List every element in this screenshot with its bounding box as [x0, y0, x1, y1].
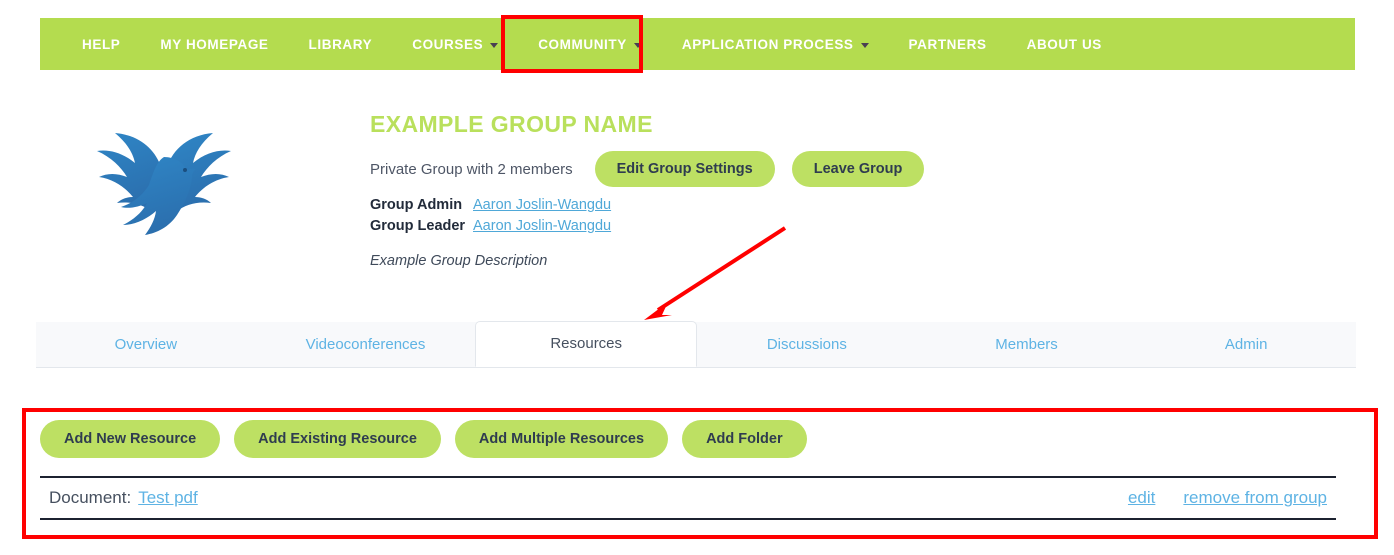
- group-logo: [80, 118, 248, 248]
- nav-item-label: HELP: [82, 36, 121, 52]
- group-membership-text: Private Group with 2 members: [370, 160, 573, 178]
- tab-videoconferences[interactable]: Videoconferences: [256, 322, 476, 367]
- group-description: Example Group Description: [370, 253, 548, 270]
- add-multiple-resources-button[interactable]: Add Multiple Resources: [454, 420, 669, 458]
- nav-item-label: ABOUT US: [1026, 36, 1102, 52]
- nav-item-my-homepage[interactable]: MY HOMEPAGE: [140, 18, 288, 70]
- group-admin-row: Group Admin Aaron Joslin-Wangdu: [370, 197, 1070, 213]
- chevron-down-icon: [860, 43, 869, 48]
- add-folder-button[interactable]: Add Folder: [682, 420, 807, 458]
- nav-item-courses[interactable]: COURSES: [392, 18, 518, 70]
- tab-admin[interactable]: Admin: [1136, 322, 1356, 367]
- group-meta-row: Private Group with 2 members Edit Group …: [370, 151, 1070, 188]
- chevron-down-icon: [490, 43, 499, 48]
- main-navigation-bar: HELP MY HOMEPAGE LIBRARY COURSES COMMUNI…: [40, 18, 1355, 70]
- nav-item-label: COURSES: [412, 36, 484, 52]
- resource-type-label: Document:: [49, 488, 132, 507]
- group-header: EXAMPLE GROUP NAME Private Group with 2 …: [370, 111, 1070, 270]
- nav-item-community[interactable]: COMMUNITY: [518, 18, 662, 70]
- resource-list-item: Document: Test pdf edit remove from grou…: [40, 476, 1336, 520]
- nav-item-library[interactable]: LIBRARY: [289, 18, 393, 70]
- tab-discussions[interactable]: Discussions: [697, 322, 917, 367]
- group-admin-label: Group Admin: [370, 197, 463, 214]
- leave-group-button[interactable]: Leave Group: [791, 151, 925, 188]
- nav-item-label: COMMUNITY: [538, 36, 627, 52]
- nav-item-about-us[interactable]: ABOUT US: [1007, 18, 1122, 70]
- group-leader-link[interactable]: Aaron Joslin-Wangdu: [473, 218, 611, 234]
- remove-from-group-link[interactable]: remove from group: [1183, 488, 1327, 508]
- nav-item-partners[interactable]: PARTNERS: [889, 18, 1007, 70]
- resource-actions: edit remove from group: [1128, 488, 1327, 508]
- chevron-down-icon: [633, 43, 642, 48]
- edit-group-settings-button[interactable]: Edit Group Settings: [594, 151, 775, 188]
- nav-item-label: PARTNERS: [908, 36, 987, 52]
- page-title: EXAMPLE GROUP NAME: [370, 111, 653, 137]
- resource-label-group: Document: Test pdf: [49, 488, 198, 508]
- tab-resources[interactable]: Resources: [475, 321, 698, 367]
- tab-overview[interactable]: Overview: [36, 322, 256, 367]
- nav-item-label: APPLICATION PROCESS: [681, 36, 854, 52]
- group-leader-label: Group Leader: [370, 218, 466, 235]
- resource-name-link[interactable]: Test pdf: [138, 488, 198, 508]
- resource-actions-row: Add New Resource Add Existing Resource A…: [40, 420, 1360, 458]
- edit-resource-link[interactable]: edit: [1128, 488, 1155, 508]
- bird-logo-icon: [97, 133, 231, 235]
- nav-item-help[interactable]: HELP: [62, 18, 140, 70]
- group-tab-bar: Overview Videoconferences Resources Disc…: [36, 321, 1356, 368]
- group-admin-link[interactable]: Aaron Joslin-Wangdu: [473, 197, 611, 213]
- tab-members[interactable]: Members: [917, 322, 1137, 367]
- add-new-resource-button[interactable]: Add New Resource: [40, 420, 221, 458]
- nav-item-application-process[interactable]: APPLICATION PROCESS: [662, 18, 889, 70]
- group-leader-row: Group Leader Aaron Joslin-Wangdu: [370, 218, 1070, 234]
- nav-item-label: MY HOMEPAGE: [160, 36, 269, 52]
- resources-panel: Add New Resource Add Existing Resource A…: [40, 420, 1360, 520]
- add-existing-resource-button[interactable]: Add Existing Resource: [234, 420, 441, 458]
- nav-item-label: LIBRARY: [308, 36, 373, 52]
